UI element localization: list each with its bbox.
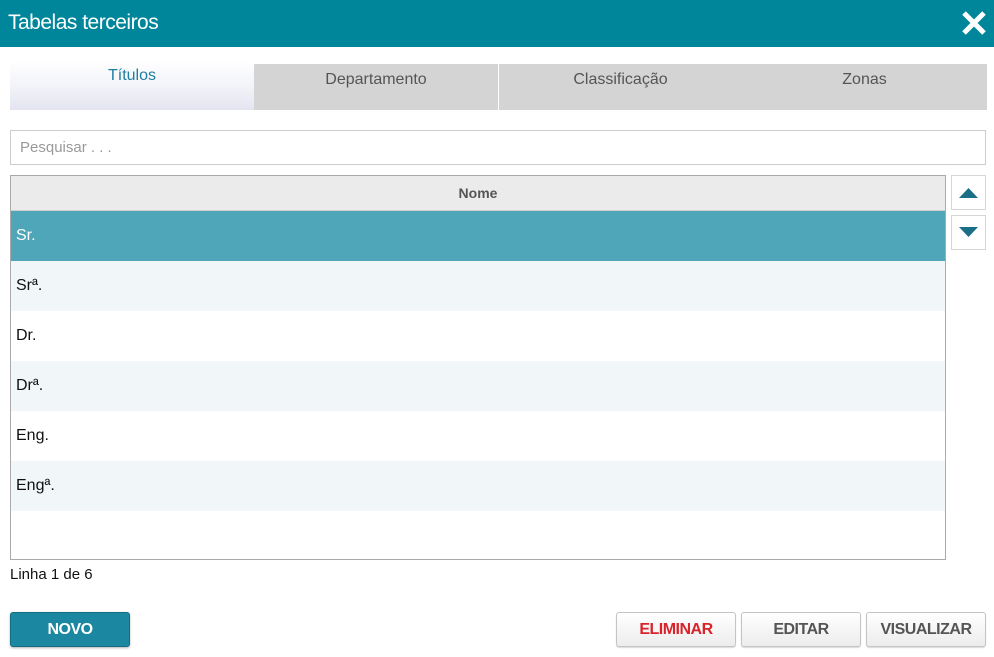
- tab-titulos[interactable]: Títulos: [10, 60, 254, 110]
- titles-table: Nome Sr. Srª. Dr. Drª. Eng. Engª.: [10, 175, 946, 560]
- tab-classificacao[interactable]: Classificação: [498, 64, 742, 110]
- new-button[interactable]: NOVO: [10, 612, 130, 647]
- move-up-button[interactable]: [951, 175, 986, 210]
- tab-departamento[interactable]: Departamento: [254, 64, 498, 110]
- table-row[interactable]: Drª.: [11, 361, 945, 411]
- table-row[interactable]: Dr.: [11, 311, 945, 361]
- table-row[interactable]: Eng.: [11, 411, 945, 461]
- move-down-button[interactable]: [951, 215, 986, 250]
- column-header-nome[interactable]: Nome: [11, 176, 945, 211]
- dialog-header: Tabelas terceiros: [0, 0, 994, 47]
- table-row[interactable]: Engª.: [11, 461, 945, 511]
- tab-zonas[interactable]: Zonas: [742, 64, 987, 110]
- triangle-up-icon: [959, 188, 978, 198]
- table-row[interactable]: Srª.: [11, 261, 945, 311]
- search-input[interactable]: [10, 130, 986, 165]
- view-button[interactable]: VISUALIZAR: [866, 612, 986, 647]
- table-row[interactable]: Sr.: [11, 211, 945, 261]
- row-count-status: Linha 1 de 6: [10, 566, 93, 583]
- edit-button[interactable]: EDITAR: [741, 612, 861, 647]
- close-button[interactable]: [961, 10, 987, 36]
- triangle-down-icon: [959, 227, 978, 237]
- dialog-title: Tabelas terceiros: [8, 11, 159, 34]
- delete-button[interactable]: ELIMINAR: [616, 612, 736, 647]
- close-icon: [962, 11, 986, 35]
- tab-bar: Títulos Departamento Classificação Zonas: [10, 60, 987, 110]
